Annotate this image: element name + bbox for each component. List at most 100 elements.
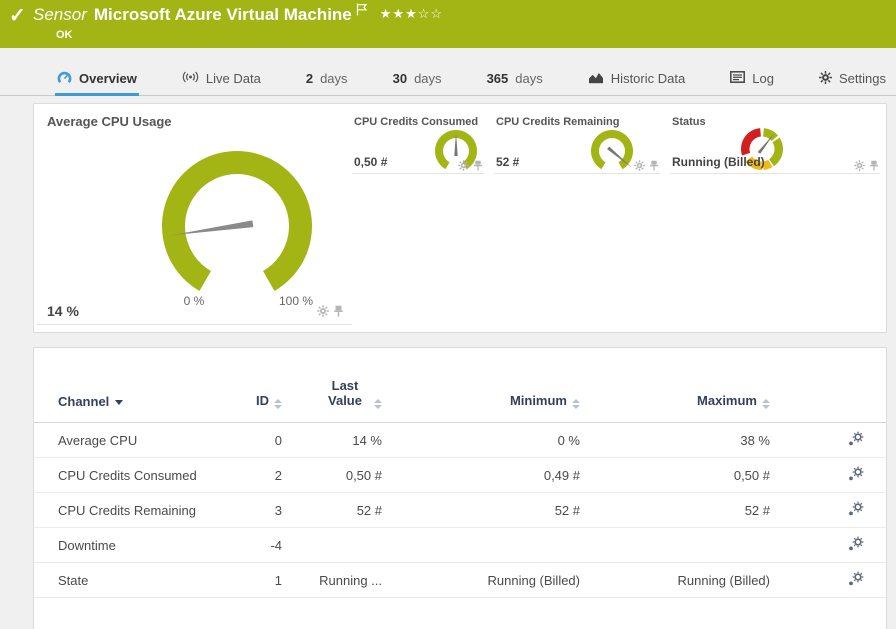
cell-min [382,528,580,563]
pin-icon[interactable] [473,160,483,171]
gauge-value: Running (Billed) [672,155,765,169]
table-row: CPU Credits Remaining352 #52 #52 # [34,493,886,528]
edit-channel-gear-icon[interactable] [848,431,864,446]
tab-live-data[interactable]: Live Data [180,62,263,95]
channel-table: Channel ID Last Value Minimum Maximum Av… [34,348,886,598]
cell-channel: Downtime [34,528,230,563]
cell-last [282,528,382,563]
table-row: CPU Credits Consumed20,50 #0,49 #0,50 # [34,458,886,493]
cell-max [580,528,770,563]
tab-30-days[interactable]: 30days [391,62,444,95]
cell-id: 2 [230,458,282,493]
sort-icon [374,399,382,409]
cell-last: 0,50 # [282,458,382,493]
sensor-kind-label: Sensor [33,4,87,26]
cell-min: Running (Billed) [382,563,580,598]
cell-id: 3 [230,493,282,528]
cell-max: 52 # [580,493,770,528]
column-header-id[interactable]: ID [230,348,282,423]
tab-overview[interactable]: Overview [55,62,139,95]
gauges-panel: Average CPU Usage 0 % 100 % 14 % CPU Cre… [33,103,887,333]
table-row: State1Running ...Running (Billed)Running… [34,563,886,598]
tab-settings[interactable]: Settings [817,62,888,95]
page-title: Microsoft Azure Virtual Machine [94,4,352,26]
tab-label: Live Data [206,71,261,86]
channel-table-body: Average CPU014 %0 %38 %CPU Credits Consu… [34,423,886,598]
sort-icon [572,399,580,409]
cell-max: Running (Billed) [580,563,770,598]
cell-actions [770,493,886,528]
cell-last: Running ... [282,563,382,598]
tab-2-days[interactable]: 2days [304,62,350,95]
gauge-value: 14 % [47,303,79,319]
gauge-panel-status: Status Running (Billed) [670,104,880,174]
cell-id: 1 [230,563,282,598]
gear-icon[interactable] [854,160,865,171]
edit-channel-gear-icon[interactable] [848,501,864,516]
sort-desc-icon [115,400,123,405]
gear-icon[interactable] [634,160,645,171]
cell-channel: CPU Credits Consumed [34,458,230,493]
cpu-credits-remaining-gauge [588,127,636,174]
tab-label: Settings [839,71,886,86]
cell-channel: CPU Credits Remaining [34,493,230,528]
cell-max: 0,50 # [580,458,770,493]
tab-label: Historic Data [611,71,685,86]
gear-icon [819,71,832,87]
pin-icon[interactable] [649,160,659,171]
cell-actions [770,563,886,598]
column-header-minimum[interactable]: Minimum [382,348,580,423]
tab-historic-data[interactable]: Historic Data [586,62,687,95]
column-header-actions [770,348,886,423]
gauge-title: Average CPU Usage [47,114,172,129]
table-row: Average CPU014 %0 %38 % [34,423,886,458]
average-cpu-gauge [157,146,317,292]
cell-last: 14 % [282,423,382,458]
broadcast-icon [182,71,199,86]
rating-stars[interactable]: ★★★☆☆ [380,3,443,25]
column-header-last-value[interactable]: Last Value [282,348,382,423]
tab-log[interactable]: Log [728,62,776,95]
cell-actions [770,423,886,458]
area-chart-icon [588,71,604,87]
gauge-panel-cpu-credits-remaining: CPU Credits Remaining 52 # [494,104,660,174]
sensor-header: ✓ Sensor Microsoft Azure Virtual Machine… [0,0,896,48]
cell-min: 0,49 # [382,458,580,493]
cell-id: -4 [230,528,282,563]
cell-channel: State [34,563,230,598]
channel-table-panel: Channel ID Last Value Minimum Maximum Av… [33,347,887,629]
tab-365-days[interactable]: 365days [485,62,545,95]
status-badge: OK [56,29,443,41]
gauge-title: Status [672,116,706,128]
gear-icon[interactable] [317,305,329,317]
gauge-panel-cpu-credits-consumed: CPU Credits Consumed 0,50 # [352,104,484,174]
sort-icon [274,399,282,409]
gauge-panel-average-cpu: Average CPU Usage 0 % 100 % 14 % [37,104,352,325]
gauge-value: 0,50 # [354,155,387,169]
column-header-maximum[interactable]: Maximum [580,348,770,423]
tab-label: Log [752,71,774,86]
tab-bar: Overview Live Data 2days 30days 365days … [0,62,896,96]
log-icon [730,71,745,86]
cell-min: 0 % [382,423,580,458]
cell-actions [770,458,886,493]
edit-channel-gear-icon[interactable] [848,466,864,481]
edit-channel-gear-icon[interactable] [848,536,864,551]
cell-actions [770,528,886,563]
flag-icon[interactable] [356,0,368,22]
table-row: Downtime-4 [34,528,886,563]
pin-icon[interactable] [333,305,344,317]
gear-icon[interactable] [458,160,469,171]
check-icon: ✓ [9,5,26,27]
gauge-scale-max: 100 % [274,294,318,308]
edit-channel-gear-icon[interactable] [848,571,864,586]
cell-id: 0 [230,423,282,458]
cell-min: 52 # [382,493,580,528]
tab-label: Overview [79,71,137,86]
gauge-value: 52 # [496,155,519,169]
gauge-icon [57,71,72,87]
cell-max: 38 % [580,423,770,458]
pin-icon[interactable] [869,160,879,171]
column-header-channel[interactable]: Channel [34,348,230,423]
sort-icon [762,399,770,409]
